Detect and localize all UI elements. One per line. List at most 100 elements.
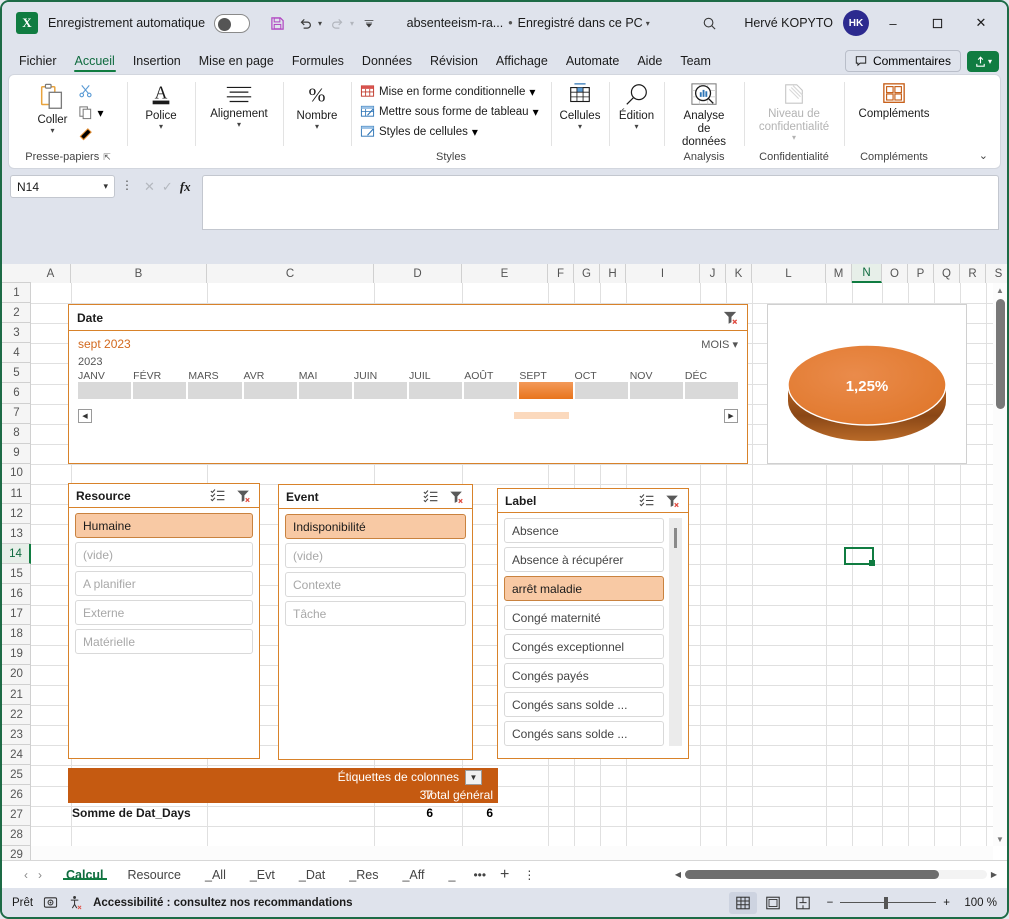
timeline-range-handle[interactable] (514, 412, 569, 419)
chevron-right-icon[interactable]: › (38, 868, 42, 882)
multi-select-icon[interactable] (210, 488, 226, 503)
timeline-month-bar-JUIL[interactable] (409, 382, 463, 399)
format-as-table-button[interactable]: Mettre sous forme de tableau ▾ (357, 102, 545, 121)
tab-formules[interactable]: Formules (283, 50, 353, 74)
sheet-tab-resource[interactable]: Resource (116, 868, 194, 882)
undo-caret-icon[interactable]: ▾ (318, 19, 322, 28)
slicer-item[interactable]: Congés exceptionnel (504, 634, 664, 659)
sheet-overflow-ellipsis-icon[interactable]: ••• (467, 868, 492, 882)
tab-revision[interactable]: Révision (421, 50, 487, 74)
slicer-item[interactable]: A planifier (75, 571, 253, 596)
row-header-7[interactable]: 7 (2, 404, 31, 424)
column-header-E[interactable]: E (462, 264, 548, 283)
tab-insertion[interactable]: Insertion (124, 50, 190, 74)
zoom-slider-knob[interactable] (884, 896, 889, 909)
formula-input[interactable] (201, 175, 999, 230)
font-button[interactable]: A Police ▾ (138, 79, 184, 131)
dialog-launcher-icon[interactable]: ⇱ (103, 152, 111, 163)
ribbon-collapse-chevron-down-icon[interactable]: ⌄ (973, 147, 994, 164)
hscroll-thumb[interactable] (685, 870, 939, 879)
row-header-15[interactable]: 15 (2, 564, 31, 585)
hscroll-right-icon[interactable]: ▶ (987, 870, 1001, 879)
column-header-M[interactable]: M (826, 264, 852, 283)
row-header-12[interactable]: 12 (2, 504, 31, 525)
row-header-26[interactable]: 26 (2, 786, 31, 806)
timeline-month-bar-NOV[interactable] (629, 382, 683, 399)
slicer-item[interactable]: Congés sans solde ... (504, 692, 664, 717)
row-header-24[interactable]: 24 (2, 745, 31, 766)
sheet-more-options-icon[interactable]: ⋮ (517, 868, 541, 882)
title-chevron-down-icon[interactable]: ▾ (646, 19, 650, 28)
slicer-item[interactable]: (vide) (75, 542, 253, 567)
cell-styles-button[interactable]: Styles de cellules ▾ (357, 122, 545, 141)
column-header-K[interactable]: K (726, 264, 752, 283)
row-header-20[interactable]: 20 (2, 665, 31, 685)
editing-button[interactable]: Édition ▾ (613, 79, 660, 131)
zoom-in-button[interactable]: + (943, 897, 950, 909)
tab-mise-en-page[interactable]: Mise en page (190, 50, 283, 74)
column-header-S[interactable]: S (986, 264, 1007, 283)
row-header-22[interactable]: 22 (2, 705, 31, 726)
share-chevron-down-icon[interactable]: ▾ (988, 57, 992, 66)
data-analysis-button[interactable]: Analyse de données (670, 79, 738, 150)
minimize-button[interactable]: – (873, 8, 913, 38)
sheet-tab-udat[interactable]: _Dat (287, 868, 337, 882)
hscroll-left-icon[interactable]: ◀ (671, 870, 685, 879)
zoom-level[interactable]: 100 % (957, 897, 997, 909)
chevron-left-icon[interactable]: ‹ (24, 868, 28, 882)
cell-styles-chevron-down-icon[interactable]: ▾ (472, 125, 478, 139)
tab-affichage[interactable]: Affichage (487, 50, 557, 74)
pivot-table[interactable]: Étiquettes de colonnes ▼ 37 Total généra… (68, 768, 498, 828)
conditional-formatting-chevron-down-icon[interactable]: ▾ (529, 85, 535, 99)
row-header-23[interactable]: 23 (2, 725, 31, 746)
conditional-formatting-button[interactable]: Mise en forme conditionnelle ▾ (357, 82, 545, 101)
row-header-1[interactable]: 1 (2, 283, 31, 304)
slicer-item[interactable]: Matérielle (75, 629, 253, 654)
row-header-11[interactable]: 11 (2, 484, 31, 505)
tab-automate[interactable]: Automate (557, 50, 629, 74)
column-header-F[interactable]: F (548, 264, 574, 283)
number-button[interactable]: % Nombre ▾ (291, 79, 344, 131)
row-header-14[interactable]: 14 (2, 544, 31, 565)
copy-button[interactable]: ▾ (75, 103, 106, 122)
police-chevron-down-icon[interactable]: ▾ (159, 123, 163, 131)
timeline-slicer-date[interactable]: Date sept 2023 MOIS ▾ 2023 JANV FÉVR MARS A… (68, 304, 748, 464)
avatar[interactable]: HK (843, 10, 869, 36)
name-box[interactable]: N14 ▾ (10, 175, 115, 198)
column-header-L[interactable]: L (752, 264, 826, 283)
timeline-month-bars[interactable] (69, 382, 747, 399)
active-cell-selection[interactable] (844, 547, 875, 566)
clear-filter-icon[interactable] (722, 309, 739, 326)
undo-icon[interactable] (292, 10, 318, 36)
nombre-chevron-down-icon[interactable]: ▾ (315, 123, 319, 131)
slicer-item[interactable]: Tâche (285, 601, 466, 626)
row-header-8[interactable]: 8 (2, 424, 31, 444)
multi-select-icon[interactable] (423, 489, 439, 504)
close-button[interactable]: ✕ (961, 8, 1001, 38)
column-header-A[interactable]: A (31, 264, 71, 283)
sheet-tab-uaff[interactable]: _Aff (390, 868, 436, 882)
slicer-item[interactable]: Externe (75, 600, 253, 625)
timeline-month-bar-JANV[interactable] (78, 382, 132, 399)
timeline-scroll-left-icon[interactable]: ◀ (78, 408, 92, 423)
sheet-surface[interactable]: Date sept 2023 MOIS ▾ 2023 JANV FÉVR MARS A… (31, 283, 993, 846)
tab-donnees[interactable]: Données (353, 50, 421, 74)
sheet-tab-ures[interactable]: _Res (337, 868, 390, 882)
slicer-item[interactable]: (vide) (285, 543, 466, 568)
sheet-tab-calcul[interactable]: Calcul (54, 867, 116, 882)
hscroll-track[interactable] (685, 870, 987, 879)
row-header-6[interactable]: 6 (2, 384, 31, 404)
record-macro-icon[interactable] (43, 895, 58, 910)
row-header-5[interactable]: 5 (2, 363, 31, 384)
column-header-R[interactable]: R (960, 264, 986, 283)
row-header-17[interactable]: 17 (2, 605, 31, 625)
row-header-19[interactable]: 19 (2, 645, 31, 665)
scroll-up-icon[interactable]: ▲ (993, 283, 1007, 297)
row-header-13[interactable]: 13 (2, 524, 31, 545)
timeline-month-bar-AVR[interactable] (243, 382, 297, 399)
tab-accueil[interactable]: Accueil (66, 50, 124, 74)
slicer-event[interactable]: Event Indisponibilité (vide) Contexte Tâche (278, 484, 473, 760)
add-sheet-button[interactable]: + (492, 866, 517, 884)
row-header-28[interactable]: 28 (2, 826, 31, 846)
slicer-label-scrollbar[interactable] (669, 518, 682, 746)
